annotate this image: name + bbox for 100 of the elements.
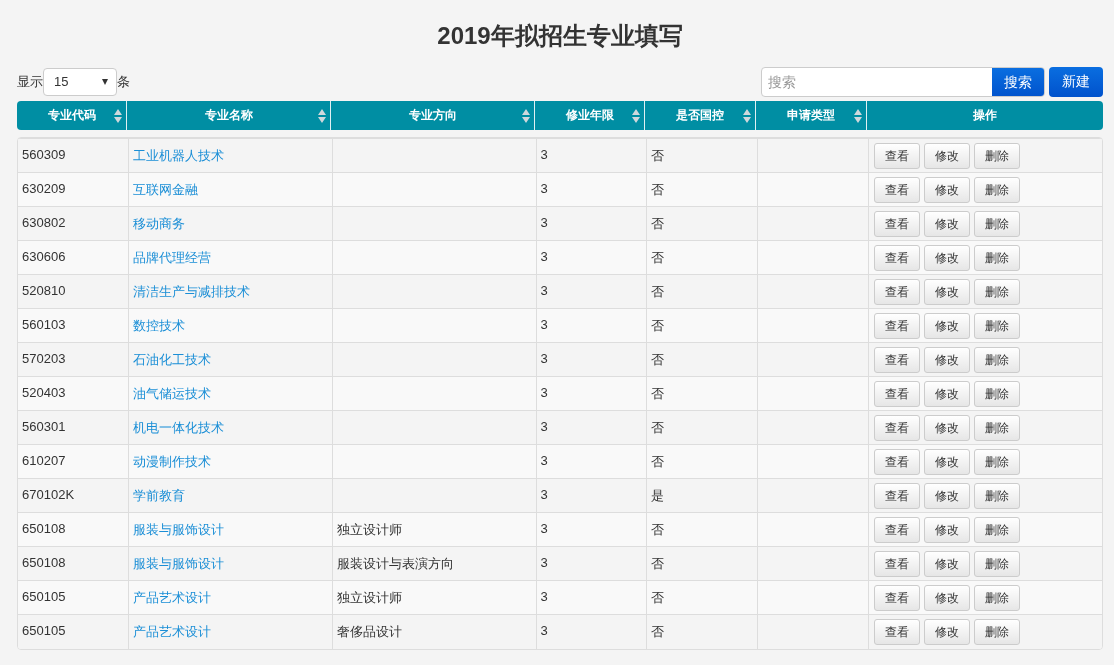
edit-button[interactable]: 修改	[923, 483, 970, 509]
column-header[interactable]: 申请类型	[756, 101, 867, 130]
view-button[interactable]: 查看	[873, 313, 920, 339]
delete-button[interactable]: 删除	[973, 449, 1020, 475]
direction-cell: 独立设计师	[336, 522, 402, 537]
years-cell: 3	[540, 623, 548, 638]
delete-button[interactable]: 删除	[973, 279, 1020, 305]
delete-button[interactable]: 删除	[973, 143, 1020, 169]
page-size-dropdown[interactable]: 15	[43, 67, 117, 96]
years-cell: 3	[540, 181, 548, 196]
edit-button[interactable]: 修改	[923, 313, 970, 339]
delete-button[interactable]: 删除	[973, 177, 1020, 203]
years-cell: 3	[540, 419, 548, 434]
edit-button[interactable]: 修改	[923, 381, 970, 407]
delete-button[interactable]: 删除	[973, 381, 1020, 407]
edit-button[interactable]: 修改	[923, 279, 970, 305]
controlled-cell: 否	[650, 216, 664, 231]
search-button[interactable]: 搜索	[992, 67, 1044, 96]
code-cell: 570203	[22, 351, 66, 366]
edit-button[interactable]: 修改	[923, 245, 970, 271]
controlled-cell: 否	[650, 352, 664, 367]
delete-button[interactable]: 删除	[973, 619, 1020, 645]
view-button[interactable]: 查看	[873, 245, 920, 271]
major-name-link[interactable]: 产品艺术设计	[132, 590, 211, 605]
column-header[interactable]: 专业名称	[127, 101, 331, 130]
delete-button[interactable]: 删除	[973, 245, 1020, 271]
edit-button[interactable]: 修改	[923, 211, 970, 237]
view-button[interactable]: 查看	[873, 619, 920, 645]
sort-icon[interactable]	[522, 108, 530, 124]
years-cell: 3	[540, 385, 548, 400]
delete-button[interactable]: 删除	[973, 347, 1020, 373]
years-cell: 3	[540, 453, 548, 468]
column-header[interactable]: 修业年限	[535, 101, 645, 130]
edit-button[interactable]: 修改	[923, 347, 970, 373]
edit-button[interactable]: 修改	[923, 449, 970, 475]
direction-cell: 奢侈品设计	[336, 624, 402, 639]
edit-button[interactable]: 修改	[923, 415, 970, 441]
view-button[interactable]: 查看	[873, 279, 920, 305]
view-button[interactable]: 查看	[873, 211, 920, 237]
code-cell: 560309	[22, 147, 66, 162]
major-name-link[interactable]: 油气储运技术	[132, 386, 211, 401]
view-button[interactable]: 查看	[873, 381, 920, 407]
controlled-cell: 否	[650, 250, 664, 265]
delete-button[interactable]: 删除	[973, 517, 1020, 543]
major-name-link[interactable]: 服装与服饰设计	[132, 522, 224, 537]
delete-button[interactable]: 删除	[973, 313, 1020, 339]
delete-button[interactable]: 删除	[973, 415, 1020, 441]
column-header[interactable]: 操作	[867, 101, 1103, 130]
direction-cell: 独立设计师	[336, 590, 402, 605]
major-name-link[interactable]: 动漫制作技术	[132, 454, 211, 469]
view-button[interactable]: 查看	[873, 415, 920, 441]
search-field[interactable]: 搜索 搜索	[761, 66, 1045, 97]
years-cell: 3	[540, 283, 548, 298]
delete-button[interactable]: 删除	[973, 551, 1020, 577]
years-cell: 3	[540, 555, 548, 570]
sort-icon[interactable]	[854, 108, 862, 124]
sort-icon[interactable]	[114, 108, 122, 124]
view-button[interactable]: 查看	[873, 517, 920, 543]
controlled-cell: 否	[650, 522, 664, 537]
years-cell: 3	[540, 487, 548, 502]
years-cell: 3	[540, 147, 548, 162]
view-button[interactable]: 查看	[873, 483, 920, 509]
years-cell: 3	[540, 215, 548, 230]
sort-icon[interactable]	[318, 108, 326, 124]
code-cell: 650108	[22, 555, 66, 570]
edit-button[interactable]: 修改	[923, 551, 970, 577]
controlled-cell: 是	[650, 488, 664, 503]
view-button[interactable]: 查看	[873, 585, 920, 611]
years-cell: 3	[540, 317, 548, 332]
code-cell: 630209	[22, 181, 66, 196]
view-button[interactable]: 查看	[873, 177, 920, 203]
major-name-link[interactable]: 互联网金融	[132, 182, 198, 197]
edit-button[interactable]: 修改	[923, 517, 970, 543]
code-cell: 520403	[22, 385, 66, 400]
page-title: 2019年拟招生专业填写	[436, 21, 684, 51]
view-button[interactable]: 查看	[873, 143, 920, 169]
sort-icon[interactable]	[632, 108, 640, 124]
view-button[interactable]: 查看	[873, 449, 920, 475]
entries-label: 条	[117, 72, 130, 91]
column-header[interactable]: 是否国控	[645, 101, 756, 130]
edit-button[interactable]: 修改	[923, 143, 970, 169]
code-cell: 650108	[22, 521, 66, 536]
column-header[interactable]: 专业方向	[331, 101, 535, 130]
new-button[interactable]: 新建	[1049, 66, 1103, 97]
view-button[interactable]: 查看	[873, 347, 920, 373]
major-name-link[interactable]: 数控技术	[132, 318, 185, 333]
delete-button[interactable]: 删除	[973, 585, 1020, 611]
years-cell: 3	[540, 351, 548, 366]
delete-button[interactable]: 删除	[973, 211, 1020, 237]
major-name-link[interactable]: 品牌代理经营	[132, 250, 211, 265]
code-cell: 650105	[22, 589, 66, 604]
column-header[interactable]: 专业代码	[17, 101, 127, 130]
delete-button[interactable]: 删除	[973, 483, 1020, 509]
sort-icon[interactable]	[743, 108, 751, 124]
edit-button[interactable]: 修改	[923, 177, 970, 203]
edit-button[interactable]: 修改	[923, 619, 970, 645]
edit-button[interactable]: 修改	[923, 585, 970, 611]
direction-cell: 服装设计与表演方向	[336, 556, 454, 571]
show-label: 显示	[17, 72, 43, 91]
view-button[interactable]: 查看	[873, 551, 920, 577]
